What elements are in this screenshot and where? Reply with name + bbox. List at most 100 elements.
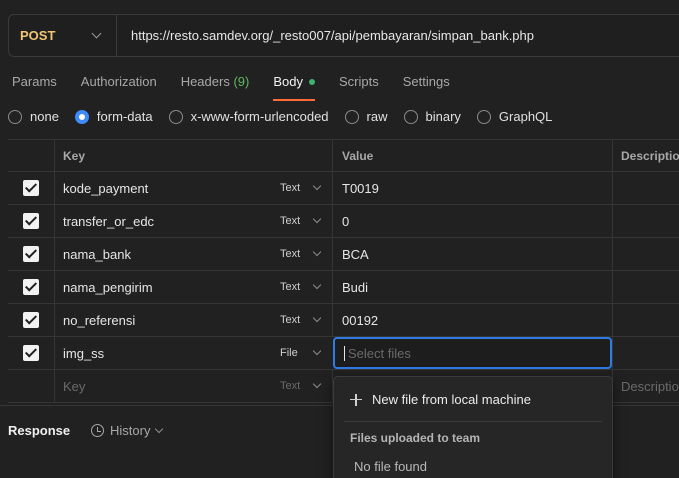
type-select[interactable]: Text <box>270 205 332 237</box>
type-label: Text <box>280 314 301 326</box>
value-input[interactable]: T0019 <box>332 172 612 204</box>
key-input[interactable]: no_referensi <box>54 304 270 336</box>
method-select[interactable]: POST <box>9 15 117 56</box>
tab-label: Params <box>12 74 57 89</box>
key-input[interactable]: Key <box>54 370 270 402</box>
tab-label: Headers <box>180 74 230 89</box>
chevron-down-icon <box>312 280 322 290</box>
chevron-down-icon <box>312 346 322 356</box>
url-input[interactable]: https://resto.samdev.org/_resto007/api/p… <box>117 28 534 43</box>
tab-label: Authorization <box>80 74 157 89</box>
type-select[interactable]: Text <box>270 370 332 402</box>
radio-urlencoded[interactable]: x-www-form-urlencoded <box>168 109 329 124</box>
table-row: kode_payment Text T0019 <box>8 172 679 205</box>
row-checkbox[interactable] <box>23 180 39 196</box>
plus-icon <box>350 393 362 406</box>
history-button[interactable]: History <box>91 423 164 438</box>
radio-none[interactable]: none <box>8 109 59 124</box>
tab-headers[interactable]: Headers (9) <box>181 74 250 100</box>
type-select[interactable]: Text <box>270 304 332 336</box>
value-input[interactable]: 00192 <box>332 304 612 336</box>
no-file-message: No file found <box>354 459 427 474</box>
radio-label: GraphQL <box>498 109 553 124</box>
table-row: img_ss File Select files <box>8 337 679 370</box>
description-input[interactable] <box>612 337 679 369</box>
file-select-input[interactable]: Select files <box>333 337 612 369</box>
body-mode-group: none form-data x-www-form-urlencoded raw… <box>8 109 568 124</box>
type-select[interactable]: Text <box>270 172 332 204</box>
chevron-down-icon <box>312 247 322 257</box>
description-input[interactable] <box>612 238 679 270</box>
uploaded-files-heading: Files uploaded to team <box>350 431 481 445</box>
tab-authorization[interactable]: Authorization <box>81 74 157 100</box>
key-input[interactable]: kode_payment <box>54 172 270 204</box>
key-input[interactable]: transfer_or_edc <box>54 205 270 237</box>
tab-label: Body <box>273 74 303 89</box>
chevron-down-icon <box>155 424 164 433</box>
description-input[interactable]: Description <box>612 370 679 402</box>
value-input[interactable]: 0 <box>332 205 612 237</box>
description-input[interactable] <box>612 271 679 303</box>
header-key: Key <box>54 140 270 171</box>
method-label: POST <box>20 28 56 43</box>
radio-binary[interactable]: binary <box>403 109 461 124</box>
type-label: Text <box>280 182 301 194</box>
type-label: Text <box>280 215 301 227</box>
form-data-table: Key Value Description kode_payment Text … <box>8 139 679 403</box>
tab-scripts[interactable]: Scripts <box>339 74 379 100</box>
chevron-down-icon <box>312 313 322 323</box>
key-input[interactable]: img_ss <box>54 337 270 369</box>
tab-params[interactable]: Params <box>12 74 57 100</box>
radio-label: binary <box>425 109 461 124</box>
radio-circle-icon <box>168 109 183 124</box>
chevron-down-icon <box>312 181 322 191</box>
key-input[interactable]: nama_bank <box>54 238 270 270</box>
headers-count-badge: (9) <box>233 74 250 89</box>
radio-raw[interactable]: raw <box>344 109 388 124</box>
description-input[interactable] <box>612 172 679 204</box>
key-input[interactable]: nama_pengirim <box>54 271 270 303</box>
radio-form-data[interactable]: form-data <box>74 109 153 124</box>
type-select[interactable]: Text <box>270 271 332 303</box>
tab-settings[interactable]: Settings <box>403 74 450 100</box>
tab-body[interactable]: Body <box>273 74 315 101</box>
type-label: Text <box>280 281 301 293</box>
divider <box>344 421 602 422</box>
type-select[interactable]: File <box>270 337 332 369</box>
radio-label: form-data <box>96 109 153 124</box>
description-input[interactable] <box>612 304 679 336</box>
row-checkbox[interactable] <box>23 279 39 295</box>
radio-label: raw <box>366 109 388 124</box>
new-file-button[interactable]: New file from local machine <box>350 392 531 407</box>
row-check-cell <box>8 172 54 204</box>
header-check-cell <box>8 140 54 171</box>
type-select[interactable]: Text <box>270 238 332 270</box>
table-row: nama_pengirim Text Budi <box>8 271 679 304</box>
type-label: Text <box>280 380 301 392</box>
table-header-row: Key Value Description <box>8 139 679 172</box>
value-input[interactable]: BCA <box>332 238 612 270</box>
value-input[interactable]: Budi <box>332 271 612 303</box>
header-description: Description <box>612 140 679 171</box>
row-checkbox[interactable] <box>23 246 39 262</box>
row-check-cell <box>8 205 54 237</box>
radio-graphql[interactable]: GraphQL <box>476 109 553 124</box>
row-checkbox[interactable] <box>23 345 39 361</box>
tab-label: Settings <box>402 74 450 89</box>
radio-circle-icon <box>8 109 22 124</box>
row-check-cell <box>8 337 54 369</box>
row-checkbox[interactable] <box>23 213 39 229</box>
radio-label: none <box>30 109 59 124</box>
header-value: Value <box>332 140 612 171</box>
radio-selected-icon <box>74 109 89 124</box>
chevron-down-icon <box>312 214 322 224</box>
radio-circle-icon <box>403 109 418 124</box>
new-file-label: New file from local machine <box>372 392 531 407</box>
response-label: Response <box>8 423 71 438</box>
row-checkbox[interactable] <box>23 312 39 328</box>
type-label: Text <box>280 248 301 260</box>
description-input[interactable] <box>612 205 679 237</box>
active-dot-icon <box>308 78 315 85</box>
row-check-cell <box>8 271 54 303</box>
type-label: File <box>280 347 298 359</box>
